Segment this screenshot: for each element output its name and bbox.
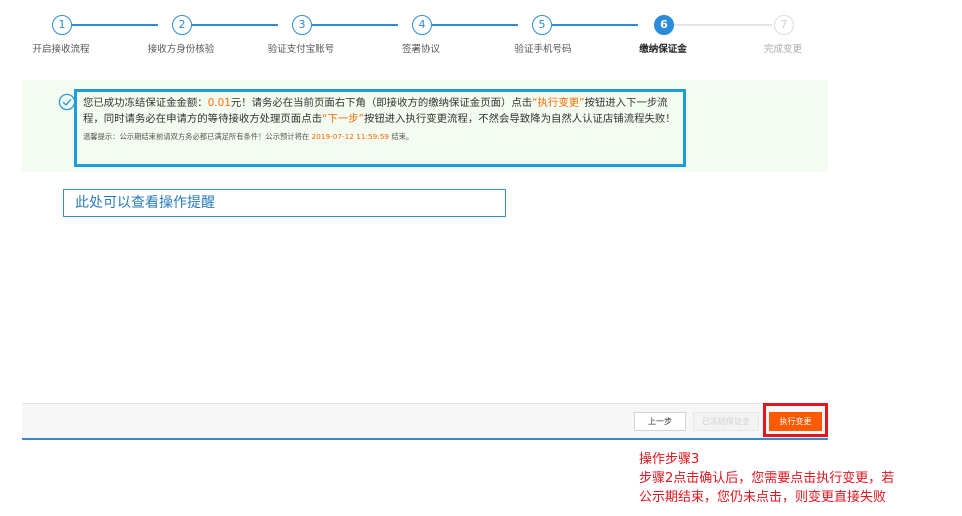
step-2-circle: 2	[172, 15, 192, 35]
operation-note-title: 操作步骤3	[639, 452, 700, 467]
step-connector	[312, 24, 398, 26]
next-step-highlight: “下一步”	[321, 113, 364, 125]
annotation-box: 此处可以查看操作提醒	[63, 189, 506, 217]
step-4-label: 签署协议	[401, 44, 440, 55]
notice-highlight-box: 您已成功冻结保证金金额：0.01元！请务必在当前页面右下角（即接收方的缴纳保证金…	[74, 89, 686, 167]
notice-text: 您已成功冻结保证金金额：	[83, 97, 208, 109]
step-connector	[72, 24, 158, 26]
frozen-deposit-button: 已冻结保证金	[693, 412, 759, 431]
tip-end-date: 2019-07-12 11:59:59	[311, 132, 390, 141]
step-connector	[432, 24, 518, 26]
prev-step-button[interactable]: 上一步	[634, 412, 686, 431]
step-7-circle: 7	[774, 15, 794, 35]
step-7-label: 完成变更	[763, 44, 802, 55]
step-3-circle: 3	[292, 15, 312, 35]
tip-text: 结束。	[389, 132, 414, 141]
step-6-label: 缴纳保证金	[639, 44, 687, 55]
notice-text: 按钮进入执行变更流程，不然会导致降为自然人认证店铺流程失败！	[363, 113, 676, 125]
step-2-label: 接收方身份核验	[147, 44, 215, 55]
notice-message: 您已成功冻结保证金金额：0.01元！请务必在当前页面右下角（即接收方的缴纳保证金…	[83, 95, 677, 127]
step-connector	[672, 24, 772, 26]
warm-tip: 温馨提示：公示期结束前请双方务必都已满足所有条件！公示预计将在 2019-07-…	[83, 131, 677, 143]
notice-text: 元！请务必在当前页面右下角（即接收方的缴纳保证金页面）点击	[230, 97, 533, 109]
frozen-amount: 0.01	[207, 97, 231, 109]
step-1-circle: 1	[52, 15, 72, 35]
step-5-label: 验证手机号码	[514, 44, 572, 55]
operation-note-line: 步骤2点击确认后，您需要点击执行变更，若	[639, 471, 895, 486]
progress-stepper: 1 2 3 4 5 6 7 开启接收流程 接收方身份核验 验证支付宝账号 签署协…	[0, 0, 962, 60]
step-5-circle: 5	[532, 15, 552, 35]
step-connector	[192, 24, 278, 26]
operation-note-line: 公示期结束，您仍未点击，则变更直接失败	[639, 490, 887, 505]
step-1-label: 开启接收流程	[32, 44, 90, 55]
operation-note: 操作步骤3 步骤2点击确认后，您需要点击执行变更，若 公示期结束，您仍未点击，则…	[639, 450, 959, 507]
execute-change-button[interactable]: 执行变更	[769, 412, 822, 431]
step-3-label: 验证支付宝账号	[267, 44, 335, 55]
step-4-circle: 4	[412, 15, 432, 35]
tip-text: 温馨提示：公示期结束前请双方务必都已满足所有条件！公示预计将在	[83, 132, 312, 141]
execute-change-highlight: “执行变更”	[532, 97, 585, 109]
step-6-circle: 6	[654, 15, 674, 35]
step-connector	[552, 24, 638, 26]
